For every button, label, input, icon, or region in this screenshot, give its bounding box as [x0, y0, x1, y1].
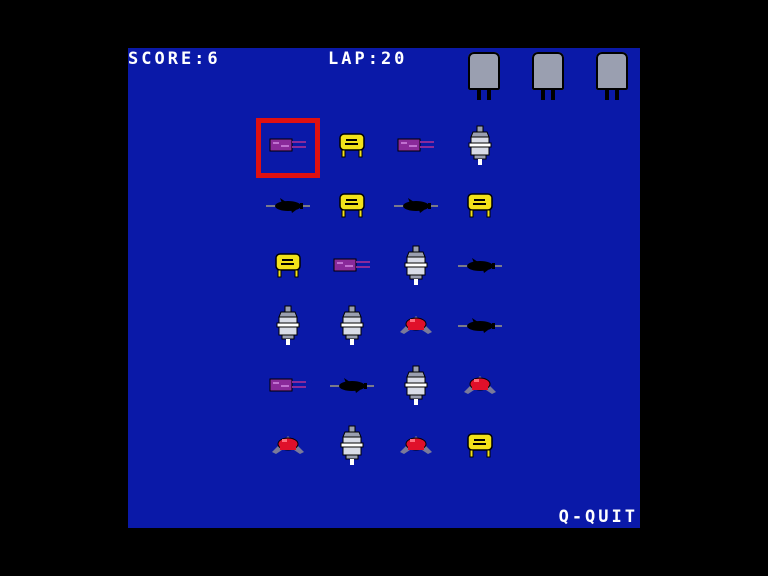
slot-leg: [615, 88, 619, 100]
yellow-car-icon[interactable]: [324, 122, 380, 170]
black-plane-icon[interactable]: [324, 362, 380, 410]
yellow-car-icon[interactable]: [260, 242, 316, 290]
game-screen: SCORE:6 LAP:20 Q-QUIT: [128, 48, 640, 528]
slot-body: [532, 52, 564, 90]
slot-leg: [605, 88, 609, 100]
black-plane-icon[interactable]: [452, 302, 508, 350]
spacecraft-icon[interactable]: [388, 242, 444, 290]
yellow-car-icon[interactable]: [452, 182, 508, 230]
yellow-car-icon[interactable]: [452, 422, 508, 470]
purple-bike-icon[interactable]: [260, 122, 316, 170]
collection-slot-3: [596, 52, 628, 100]
collection-slot-1: [468, 52, 500, 100]
slot-leg: [551, 88, 555, 100]
spacecraft-icon[interactable]: [324, 422, 380, 470]
lap-display: LAP:20: [328, 49, 408, 69]
spacecraft-icon[interactable]: [388, 362, 444, 410]
collection-slot-2: [532, 52, 564, 100]
slot-leg: [541, 88, 545, 100]
score-display: SCORE:6: [128, 49, 221, 69]
spacecraft-icon[interactable]: [452, 122, 508, 170]
red-hat-icon[interactable]: [452, 362, 508, 410]
spacecraft-icon[interactable]: [324, 302, 380, 350]
slot-body: [468, 52, 500, 90]
slot-body: [596, 52, 628, 90]
slot-leg: [487, 88, 491, 100]
purple-bike-icon[interactable]: [388, 122, 444, 170]
spacecraft-icon[interactable]: [260, 302, 316, 350]
black-plane-icon[interactable]: [260, 182, 316, 230]
black-plane-icon[interactable]: [388, 182, 444, 230]
yellow-car-icon[interactable]: [324, 182, 380, 230]
red-hat-icon[interactable]: [260, 422, 316, 470]
purple-bike-icon[interactable]: [260, 362, 316, 410]
slot-leg: [477, 88, 481, 100]
quit-hint[interactable]: Q-QUIT: [559, 507, 638, 527]
red-hat-icon[interactable]: [388, 302, 444, 350]
red-hat-icon[interactable]: [388, 422, 444, 470]
purple-bike-icon[interactable]: [324, 242, 380, 290]
black-plane-icon[interactable]: [452, 242, 508, 290]
